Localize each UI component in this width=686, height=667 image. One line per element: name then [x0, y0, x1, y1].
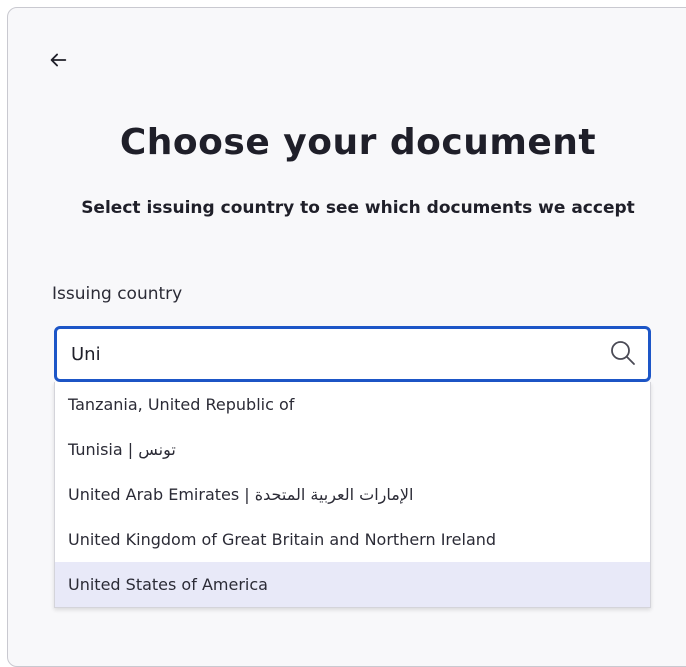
country-option[interactable]: Tanzania, United Republic of: [55, 382, 650, 427]
country-option[interactable]: United Arab Emirates | الإمارات العربية …: [55, 472, 650, 517]
page-title: Choose your document: [119, 122, 597, 163]
issuing-country-label: Issuing country: [52, 284, 183, 304]
search-icon[interactable]: [608, 338, 638, 368]
country-option-highlighted[interactable]: United States of America: [55, 562, 650, 607]
page-subtitle: Select issuing country to see which docu…: [81, 198, 635, 218]
document-card: Choose your document Select issuing coun…: [7, 7, 686, 667]
country-options-list: Tanzania, United Republic of Tunisia | ت…: [54, 382, 651, 608]
issuing-country-input[interactable]: [57, 329, 597, 379]
country-option[interactable]: Tunisia | تونس: [55, 427, 650, 472]
issuing-country-search: [54, 326, 651, 382]
back-button[interactable]: [44, 46, 72, 74]
arrow-left-icon: [50, 53, 67, 67]
country-option[interactable]: United Kingdom of Great Britain and Nort…: [55, 517, 650, 562]
